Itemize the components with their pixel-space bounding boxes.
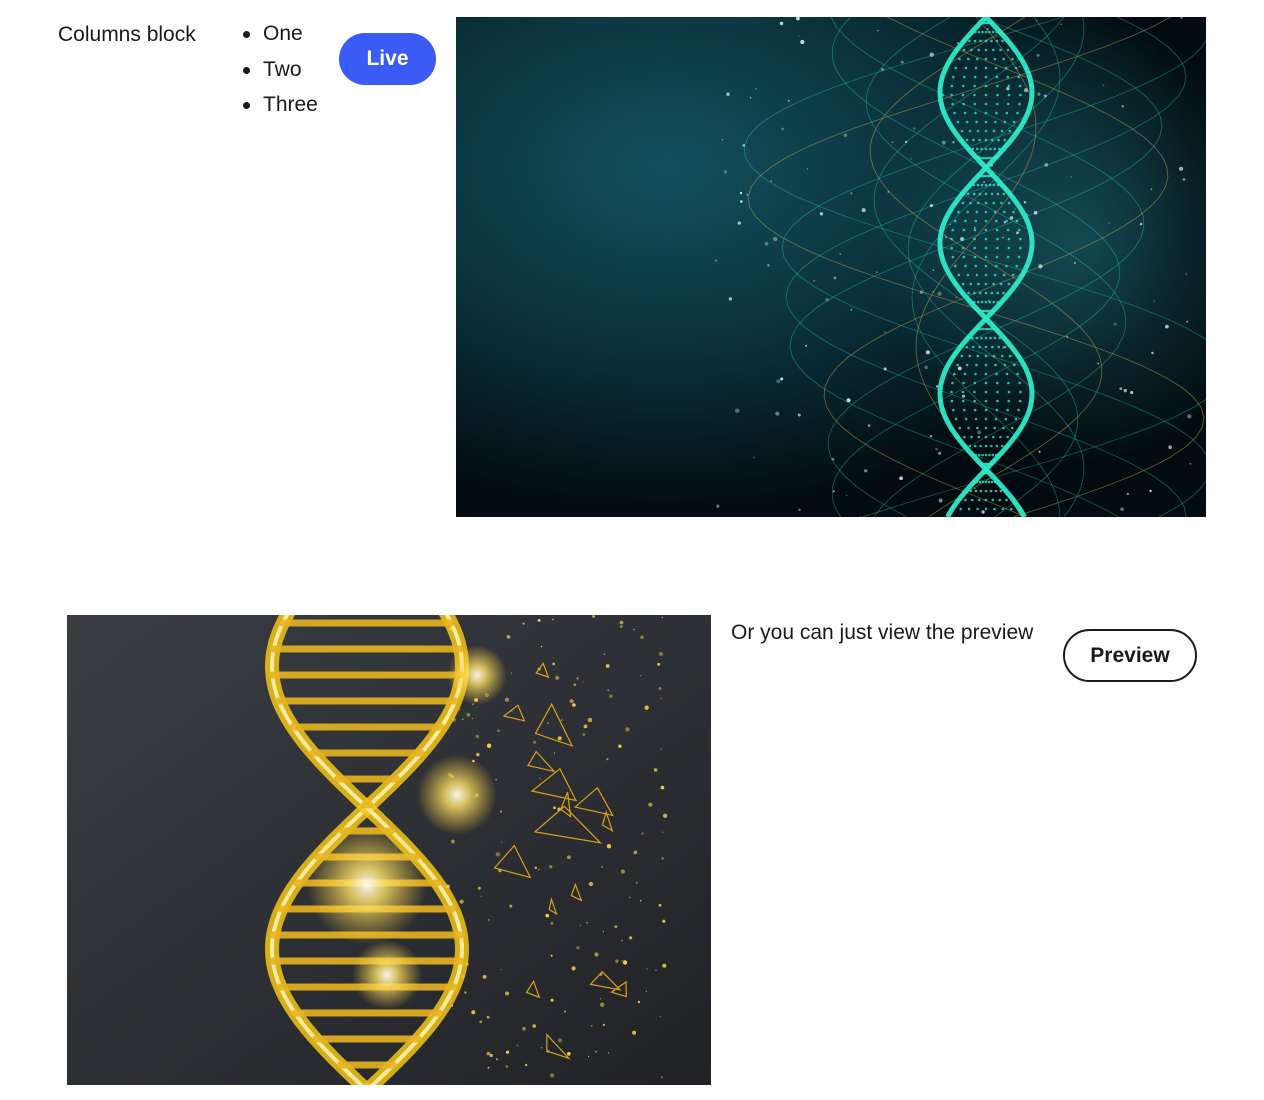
dna-teal-image — [456, 17, 1206, 517]
bullet-icon — [243, 66, 250, 74]
list-item-label: Three — [263, 93, 318, 116]
dna-gold-image — [67, 615, 711, 1085]
dna-helix-image — [67, 615, 711, 1085]
preview-description: Or you can just view the preview — [731, 621, 1034, 644]
bullet-icon — [243, 31, 250, 38]
live-button[interactable]: Live — [339, 33, 436, 85]
bullet-list: One Two Three — [243, 20, 318, 127]
list-item: Three — [243, 91, 318, 127]
list-item-label: One — [263, 22, 303, 45]
dna-helix-image — [456, 17, 1206, 517]
list-item-label: Two — [263, 57, 302, 81]
list-item: One — [243, 20, 318, 56]
list-item: Two — [243, 56, 318, 92]
preview-button[interactable]: Preview — [1063, 629, 1197, 682]
columns-block-title: Columns block — [58, 23, 196, 46]
bullet-icon — [243, 102, 250, 109]
